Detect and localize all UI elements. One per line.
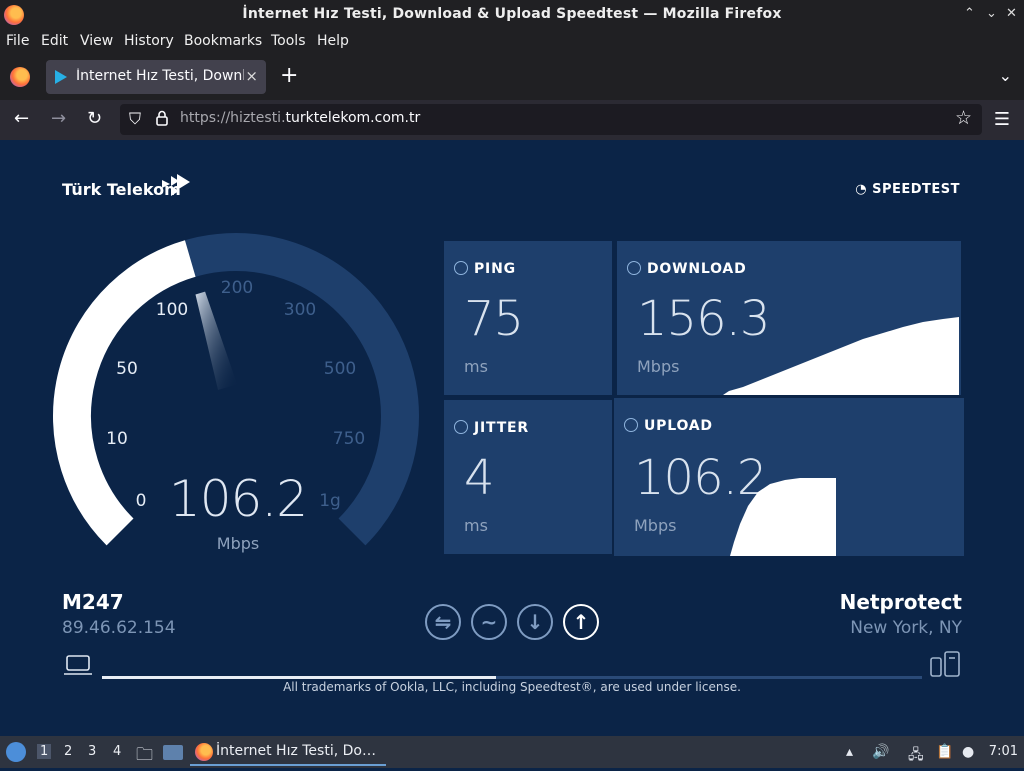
gauge-tick-label: 750 — [333, 429, 365, 449]
menu-history[interactable]: History — [124, 33, 174, 49]
close-tab-icon[interactable]: × — [245, 67, 258, 85]
speedtest-page: Türk Telekom ◔ SPEEDTEST 0 10 50 100 200… — [0, 140, 1024, 736]
taskbar-window-label: İnternet Hız Testi, Do… — [216, 743, 376, 759]
start-menu-icon[interactable] — [6, 742, 26, 762]
menu-edit[interactable]: Edit — [41, 33, 68, 49]
url-bar[interactable]: ⛉ https://hiztesti.turktelekom.com.tr ☆ — [120, 104, 982, 135]
firefox-view-icon[interactable] — [10, 67, 30, 87]
close-window-icon[interactable]: ✕ — [1006, 6, 1017, 21]
speedtest-logo[interactable]: ◔ SPEEDTEST — [855, 182, 960, 197]
menu-file[interactable]: File — [6, 33, 29, 49]
list-all-tabs-icon[interactable]: ⌄ — [999, 66, 1012, 85]
server-location: New York, NY — [850, 618, 962, 638]
jitter-unit: ms — [464, 516, 488, 535]
gauge-speed-value: 106.2 — [168, 470, 308, 528]
ping-stage-icon: ⇋ — [425, 604, 461, 640]
gauge-tick-label: 1g — [319, 491, 341, 511]
bookmark-star-icon[interactable]: ☆ — [955, 107, 972, 129]
workspace-4[interactable]: 4 — [113, 744, 121, 759]
download-header: DOWNLOAD — [627, 261, 747, 277]
menu-help[interactable]: Help — [317, 33, 349, 49]
download-graph — [723, 317, 959, 395]
tracking-protection-icon[interactable]: ⛉ — [129, 109, 141, 129]
jitter-header: JITTER — [454, 420, 529, 436]
server-icon — [930, 651, 960, 677]
menubar: File Edit View History Bookmarks Tools H… — [0, 30, 1024, 54]
lock-icon[interactable] — [156, 110, 168, 126]
isp-ip-address: 89.46.62.154 — [62, 618, 176, 638]
ping-unit: ms — [464, 357, 488, 376]
gauge-tick-label: 300 — [284, 300, 316, 320]
upload-stage-icon: ↑ — [563, 604, 599, 640]
laptop-icon — [64, 655, 92, 675]
upload-unit: Mbps — [634, 516, 677, 535]
clock[interactable]: 7:01 — [989, 744, 1018, 759]
reload-icon[interactable]: ↻ — [87, 108, 102, 129]
minimize-icon[interactable]: ⌃ — [964, 6, 975, 21]
gauge-tick-label: 50 — [116, 359, 138, 379]
menu-tools[interactable]: Tools — [271, 33, 306, 49]
workspace-1[interactable]: 1 — [37, 744, 52, 759]
tray-updates-icon[interactable]: ▴ — [846, 744, 853, 760]
taskbar-firefox-window[interactable]: İnternet Hız Testi, Do… — [190, 738, 386, 766]
download-stage-icon: ↓ — [517, 604, 553, 640]
url-text[interactable]: https://hiztesti.turktelekom.com.tr — [180, 110, 420, 126]
upload-graph — [730, 478, 836, 556]
ping-value: 75 — [464, 291, 524, 347]
desktop-icon[interactable] — [163, 745, 183, 760]
volume-icon[interactable]: 🔊 — [872, 744, 889, 760]
maximize-icon[interactable]: ⌄ — [986, 6, 997, 21]
clipboard-icon[interactable]: 📋 — [936, 744, 953, 760]
download-icon — [627, 261, 641, 275]
gauge-needle — [195, 291, 238, 390]
tab-speedtest[interactable]: İnternet Hız Testi, Download & Upload Sp… — [46, 60, 266, 94]
gauge-tick-label: 10 — [106, 429, 128, 449]
app-menu-icon[interactable]: ☰ — [994, 109, 1010, 130]
new-tab-button[interactable]: + — [280, 63, 298, 88]
network-icon[interactable]: 🖧 — [908, 744, 924, 768]
speedtest-gauge-icon: ◔ — [855, 182, 868, 197]
test-progress-fill — [102, 676, 496, 679]
gauge-speed-unit: Mbps — [216, 534, 260, 553]
window-title: İnternet Hız Testi, Download & Upload Sp… — [242, 6, 782, 22]
notifications-icon[interactable]: ● — [962, 744, 974, 760]
jitter-stage-icon: ∼ — [471, 604, 507, 640]
jitter-panel: JITTER 4 ms — [444, 400, 612, 554]
menu-view[interactable]: View — [80, 33, 113, 49]
ping-header: PING — [454, 261, 516, 277]
jitter-value: 4 — [464, 450, 495, 506]
navigation-toolbar: ← → ↻ ⛉ https://hiztesti.turktelekom.com… — [0, 100, 1024, 140]
back-icon[interactable]: ← — [14, 108, 29, 129]
file-manager-icon[interactable]: 🗀 — [136, 742, 153, 771]
upload-header: UPLOAD — [624, 418, 713, 434]
forward-icon[interactable]: → — [51, 108, 66, 129]
download-unit: Mbps — [637, 357, 680, 376]
menu-bookmarks[interactable]: Bookmarks — [184, 33, 262, 49]
ping-icon — [454, 261, 468, 275]
taskbar: 1 2 3 4 🗀 İnternet Hız Testi, Do… ▴ 🔊 🖧 … — [0, 736, 1024, 768]
workspace-3[interactable]: 3 — [88, 744, 96, 759]
jitter-icon — [454, 420, 468, 434]
upload-icon — [624, 418, 638, 432]
download-panel: DOWNLOAD 156.3 Mbps — [617, 241, 961, 395]
window-titlebar: İnternet Hız Testi, Download & Upload Sp… — [0, 0, 1024, 30]
gauge-tick-label: 0 — [136, 491, 147, 511]
gauge-tick-label: 100 — [156, 300, 188, 320]
isp-name: M247 — [62, 590, 124, 614]
speedtest-favicon-icon — [55, 70, 67, 84]
gauge-tick-label: 200 — [221, 278, 253, 298]
tabbar: İnternet Hız Testi, Download & Upload Sp… — [0, 54, 1024, 100]
firefox-icon — [195, 743, 213, 761]
tab-label: İnternet Hız Testi, Download & Upload Sp… — [76, 68, 244, 84]
upload-panel: UPLOAD 106.2 Mbps — [614, 398, 964, 556]
gauge-tick-label: 500 — [324, 359, 356, 379]
turk-telekom-arrows-icon — [162, 174, 190, 196]
server-name[interactable]: Netprotect — [840, 590, 962, 614]
ping-panel: PING 75 ms — [444, 241, 612, 395]
workspace-2[interactable]: 2 — [64, 744, 72, 759]
trademark-notice: All trademarks of Ookla, LLC, including … — [283, 680, 741, 694]
test-progress-track — [102, 676, 922, 679]
